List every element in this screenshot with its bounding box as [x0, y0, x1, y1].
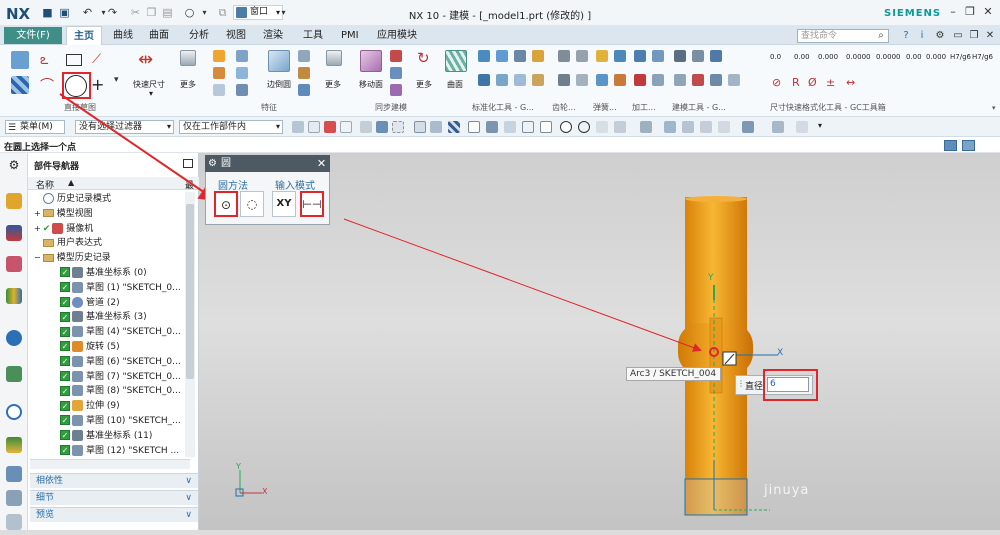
dialog-settings-icon[interactable]: ⚙	[208, 156, 219, 171]
nx-window: NX ■ ▣ ↶ ▾ ↷ ✂ ❐ ▤ ○ ▾ ⧉ 窗口 ▾ ▾ NX 10 - …	[0, 0, 1000, 535]
diameter-label: 直径	[745, 382, 764, 392]
dialog-title[interactable]: 圆	[205, 155, 330, 172]
viewport-overlay	[59, 72, 778, 516]
input-mode-label: 输入模式	[275, 181, 315, 192]
circle-method-label: 圆方法	[218, 181, 248, 192]
drag-handle-icon[interactable]: ⋮	[737, 379, 745, 388]
watermark: jinuya	[764, 483, 810, 498]
triad-y-label: Y	[236, 462, 241, 471]
selection-tooltip: Arc3 / SKETCH_004	[626, 367, 721, 381]
dialog-close-icon[interactable]: ✕	[315, 156, 328, 171]
center-diameter-method-button[interactable]: ⊙	[214, 191, 238, 217]
annotation-highlight-circle	[62, 72, 91, 99]
x-axis-label: X	[777, 348, 784, 358]
annotation-highlight-diameter	[763, 369, 818, 401]
annotation-arrow-circle-command	[59, 93, 218, 202]
pipe-top-face[interactable]	[685, 196, 747, 202]
parameter-mode-button[interactable]: ⊢⊣	[300, 191, 324, 217]
coordinate-mode-button[interactable]: XY	[272, 191, 296, 217]
annotation-arrow-center-point	[343, 218, 702, 352]
three-point-method-button[interactable]: ◌	[240, 191, 264, 217]
triad-x-label: X	[262, 487, 268, 496]
y-axis-label: Y	[708, 273, 714, 283]
